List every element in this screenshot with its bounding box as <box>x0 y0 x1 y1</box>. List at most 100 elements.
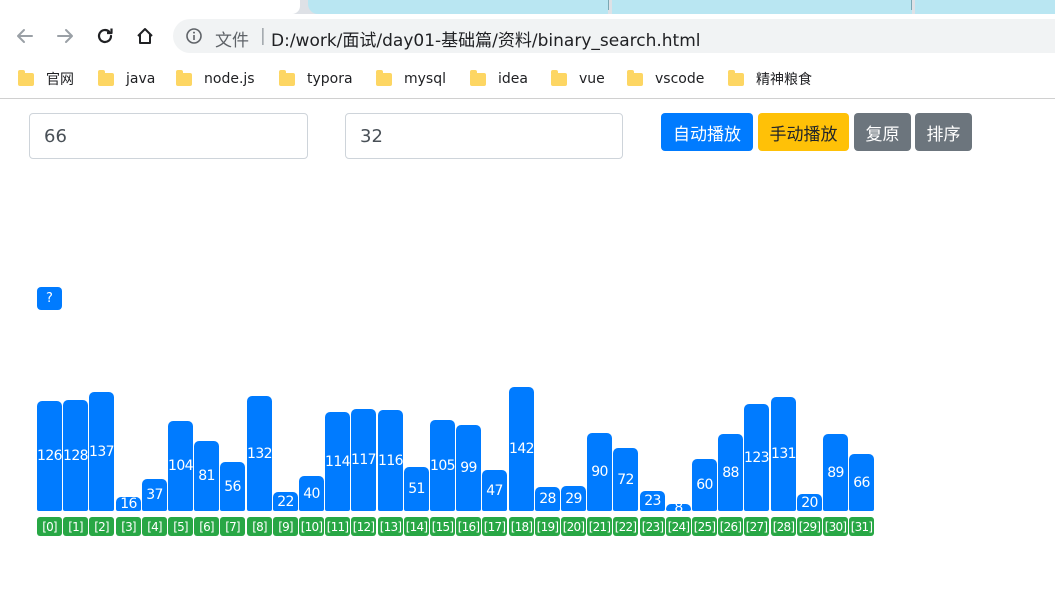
array-bar: 40 <box>299 476 324 511</box>
array-bar: 128 <box>63 400 89 511</box>
array-index-badge: [17] <box>482 517 507 536</box>
array-bar: 37 <box>142 479 167 511</box>
url-scheme: 文件 <box>215 31 249 51</box>
array-bar: 132 <box>247 396 273 511</box>
bookmark-idea[interactable]: idea <box>470 68 528 90</box>
bookmark-typora[interactable]: typora <box>279 68 353 90</box>
array-bar: 114 <box>325 412 351 511</box>
array-bar: 66 <box>849 454 874 511</box>
array-bar: 72 <box>613 448 638 511</box>
array-index-badge: [0] <box>37 517 62 536</box>
search-pointer-marker: ? <box>37 287 62 310</box>
back-icon[interactable] <box>13 24 37 48</box>
array-bar: 142 <box>509 387 535 511</box>
array-bar: 56 <box>220 462 245 511</box>
array-index-badge: [26] <box>718 517 743 536</box>
tab-divider <box>608 0 609 10</box>
array-index-badge: [25] <box>692 517 717 536</box>
tab-inactive-3[interactable] <box>915 0 1055 14</box>
reload-icon[interactable] <box>93 24 117 48</box>
forward-icon[interactable] <box>53 24 77 48</box>
folder-icon <box>98 69 114 86</box>
array-bar: 88 <box>718 434 743 511</box>
folder-icon <box>279 69 295 86</box>
array-index-badge: [19] <box>535 517 560 536</box>
array-bar: 60 <box>692 459 717 511</box>
folder-icon <box>376 69 392 86</box>
array-bar: 116 <box>378 410 404 511</box>
array-index-badge: [28] <box>771 517 796 536</box>
bookmark-spiritual-food[interactable]: 精神粮食 <box>728 68 812 90</box>
array-bar: 126 <box>37 401 63 511</box>
array-bar: 8 <box>666 500 691 516</box>
home-icon[interactable] <box>133 24 157 48</box>
array-size-input[interactable] <box>345 113 623 159</box>
array-index-badge: [13] <box>378 517 403 536</box>
array-index-badge: [11] <box>325 517 350 536</box>
array-bar: 81 <box>194 441 219 511</box>
array-bar: 23 <box>640 491 665 511</box>
sort-button[interactable]: 排序 <box>915 113 972 151</box>
array-index-badge: [12] <box>351 517 376 536</box>
address-bar[interactable]: 文件 | D:/work/面试/day01-基础篇/资料/binary_sear… <box>173 19 1055 53</box>
manual-play-button[interactable]: 手动播放 <box>758 113 849 151</box>
array-bar: 137 <box>89 392 115 511</box>
array-index-badge: [3] <box>116 517 141 536</box>
folder-icon <box>18 69 34 86</box>
browser-toolbar: 文件 | D:/work/面试/day01-基础篇/资料/binary_sear… <box>0 14 1055 58</box>
tab-inactive-2[interactable] <box>612 0 912 14</box>
array-bar: 22 <box>273 492 298 511</box>
url-text[interactable]: D:/work/面试/day01-基础篇/资料/binary_search.ht… <box>271 26 700 51</box>
target-value-input[interactable] <box>29 113 308 159</box>
array-bar: 28 <box>535 487 560 511</box>
bookmark-mysql[interactable]: mysql <box>376 68 446 90</box>
bookmark-official[interactable]: 官网 <box>18 68 74 90</box>
array-bar: 117 <box>351 409 377 511</box>
array-index-badge: [27] <box>744 517 769 536</box>
bookmark-java[interactable]: java <box>98 68 155 90</box>
array-index-badge: [2] <box>89 517 114 536</box>
array-index-badge: [1] <box>63 517 88 536</box>
folder-icon <box>176 69 192 86</box>
info-icon[interactable] <box>185 27 203 49</box>
array-bar: 47 <box>482 470 507 511</box>
array-index-badge: [6] <box>194 517 219 536</box>
array-index-badge: [7] <box>220 517 245 536</box>
array-index-badge: [14] <box>404 517 429 536</box>
array-bar: 16 <box>116 496 141 512</box>
array-index-badge: [18] <box>509 517 534 536</box>
array-index-badge: [23] <box>640 517 665 536</box>
reset-button[interactable]: 复原 <box>854 113 911 151</box>
bookmark-vue[interactable]: vue <box>551 68 605 90</box>
bookmarks-bar: 官网 java node.js typora mysql idea vue vs… <box>0 60 1055 99</box>
array-index-badge: [22] <box>613 517 638 536</box>
folder-icon <box>728 69 744 86</box>
array-index-badge: [15] <box>430 517 455 536</box>
array-bar: 123 <box>744 404 770 511</box>
array-bar: 20 <box>797 494 822 511</box>
array-bar: 89 <box>823 434 848 511</box>
array-index-badge: [9] <box>273 517 298 536</box>
array-index-badge: [31] <box>849 517 874 536</box>
tab-divider <box>911 0 912 10</box>
tab-active[interactable] <box>0 0 300 14</box>
array-index-badge: [29] <box>797 517 822 536</box>
tab-strip <box>0 0 1055 14</box>
folder-icon <box>627 69 643 86</box>
bookmark-vscode[interactable]: vscode <box>627 68 704 90</box>
array-bar: 51 <box>404 467 429 511</box>
array-bar: 131 <box>771 397 797 511</box>
array-index-badge: [21] <box>587 517 612 536</box>
url-separator: | <box>260 26 266 46</box>
folder-icon <box>551 69 567 86</box>
folder-icon <box>470 69 486 86</box>
array-index-badge: [8] <box>247 517 272 536</box>
array-bar: 104 <box>168 421 194 511</box>
array-index-badge: [10] <box>299 517 324 536</box>
array-bar: 105 <box>430 420 456 511</box>
bookmark-nodejs[interactable]: node.js <box>176 68 255 90</box>
auto-play-button[interactable]: 自动播放 <box>661 113 753 151</box>
tab-inactive-1[interactable] <box>308 0 608 14</box>
array-index-badge: [24] <box>666 517 691 536</box>
array-bar: 29 <box>561 486 586 511</box>
